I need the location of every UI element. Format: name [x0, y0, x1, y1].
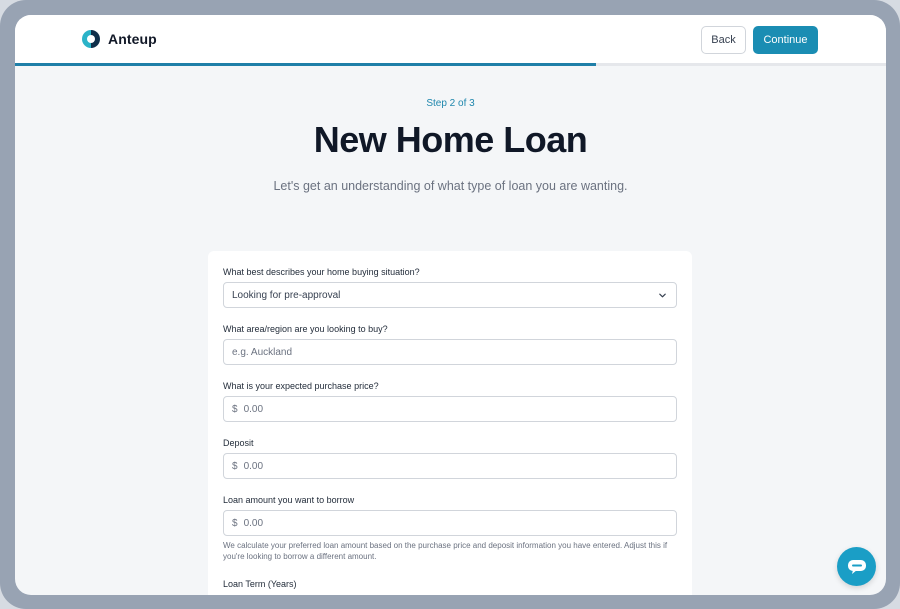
region-input[interactable]: e.g. Auckland — [223, 339, 677, 365]
app-screen: Anteup Back Continue Step 2 of 3 New Hom… — [15, 15, 886, 595]
top-nav: Anteup Back Continue — [15, 15, 886, 64]
brand-logo[interactable]: Anteup — [82, 30, 157, 48]
situation-label: What best describes your home buying sit… — [223, 267, 420, 277]
price-currency: $ — [232, 403, 238, 415]
step-indicator: Step 2 of 3 — [426, 98, 475, 109]
anteup-logo-icon — [82, 30, 100, 48]
deposit-currency: $ — [232, 460, 238, 472]
loan-amount-currency: $ — [232, 517, 238, 529]
loan-amount-input[interactable]: $ 0.00 — [223, 510, 677, 536]
region-placeholder: e.g. Auckland — [232, 346, 293, 358]
loan-amount-help: We calculate your preferred loan amount … — [223, 541, 668, 561]
continue-button[interactable]: Continue — [753, 26, 818, 54]
loan-term-label: Loan Term (Years) — [223, 579, 297, 589]
price-label: What is your expected purchase price? — [223, 381, 379, 391]
price-input[interactable]: $ 0.00 — [223, 396, 677, 422]
progress-bar — [15, 63, 596, 66]
situation-value: Looking for pre-approval — [232, 289, 341, 301]
deposit-input[interactable]: $ 0.00 — [223, 453, 677, 479]
chat-bubble-icon — [847, 559, 866, 574]
loan-form-card: What best describes your home buying sit… — [208, 251, 692, 595]
page-title: New Home Loan — [313, 119, 588, 160]
region-label: What area/region are you looking to buy? — [223, 324, 388, 334]
device-frame: Anteup Back Continue Step 2 of 3 New Hom… — [0, 0, 900, 609]
chevron-down-icon — [659, 293, 666, 298]
price-value: 0.00 — [243, 403, 264, 415]
situation-select[interactable]: Looking for pre-approval — [223, 282, 677, 308]
deposit-label: Deposit — [223, 438, 254, 448]
chat-button[interactable] — [837, 547, 876, 586]
page-subtitle: Let's get an understanding of what type … — [273, 179, 628, 193]
loan-amount-label: Loan amount you want to borrow — [223, 495, 355, 505]
back-button[interactable]: Back — [701, 26, 746, 54]
loan-amount-value: 0.00 — [243, 517, 264, 529]
deposit-value: 0.00 — [243, 460, 264, 472]
brand-name: Anteup — [108, 31, 157, 47]
